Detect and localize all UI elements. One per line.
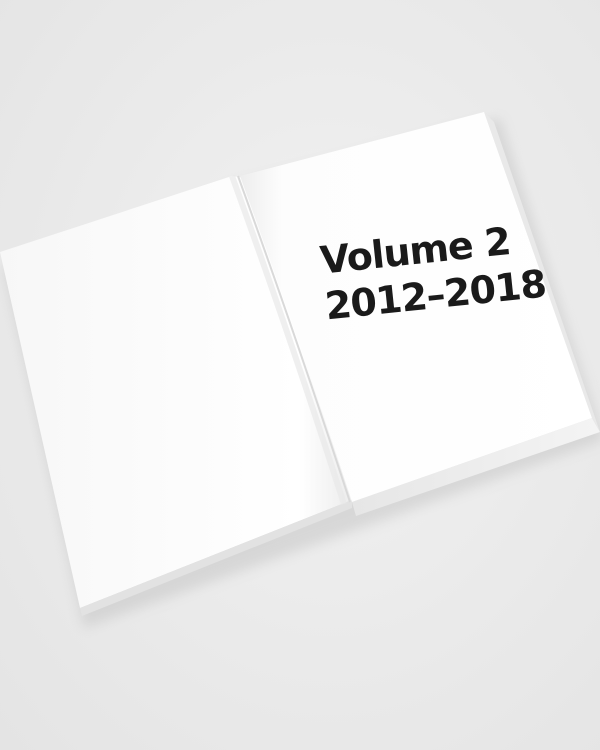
photo-scene: Volume 2 2012–2018 [0, 0, 600, 750]
open-book [0, 112, 600, 628]
